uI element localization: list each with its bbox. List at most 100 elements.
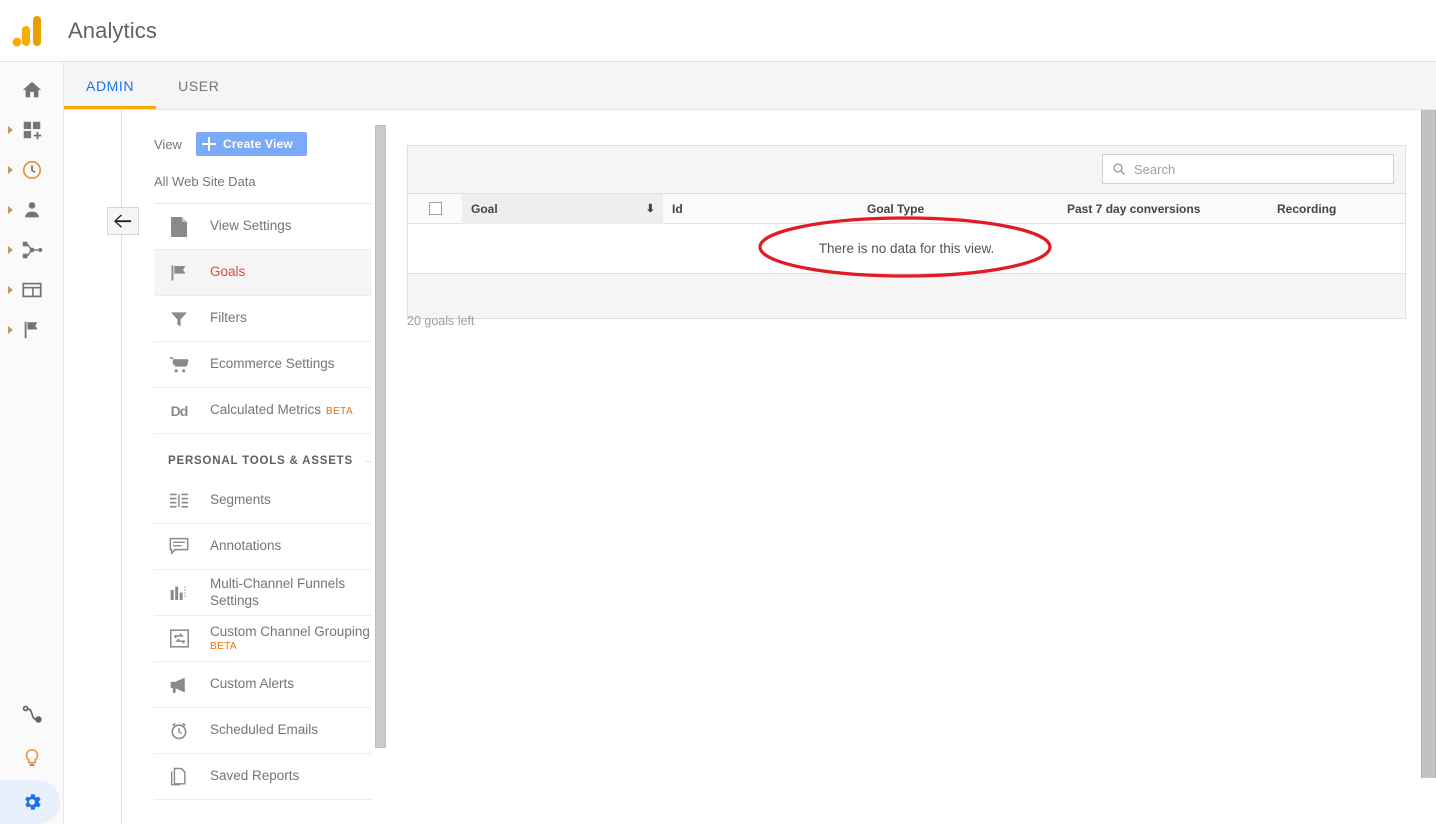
customization-grid-icon [21,119,43,141]
behavior-window-icon [21,279,43,301]
rail-item-home[interactable] [0,70,64,110]
main-scrollbar[interactable] [1421,110,1436,778]
tab-user[interactable]: USER [156,62,241,109]
search-icon [1112,162,1126,176]
lightbulb-icon [21,747,43,769]
megaphone-icon [168,674,190,696]
nav-label: Goals [210,264,245,280]
column-header-past-7-day-conversions[interactable]: Past 7 day conversions [1058,194,1268,224]
nav-item-annotations[interactable]: Annotations [154,524,372,570]
conversions-flag-icon [21,319,43,341]
shopping-cart-icon [168,354,190,376]
arrow-down-icon: ⬇ [646,202,655,215]
view-label: View [154,137,182,152]
column-label: Id [672,202,683,216]
rail-item-admin[interactable] [0,780,64,824]
rail-item-behavior[interactable] [0,270,64,310]
funnel-icon [168,308,190,330]
copy-pages-icon [168,766,190,788]
goals-table-card: Goal ⬇ Id Goal Type Past 7 day conversio… [407,145,1406,319]
rail-bottom-group [0,692,64,824]
chevron-right-icon [8,166,13,174]
table-header-row: Goal ⬇ Id Goal Type Past 7 day conversio… [408,194,1405,224]
create-view-label: Create View [223,137,293,151]
rail-item-customization[interactable] [0,110,64,150]
bar-chart-icon [168,582,190,604]
nav-label: View Settings [210,218,292,234]
rail-item-conversions[interactable] [0,310,64,350]
rail-item-audience[interactable] [0,190,64,230]
nav-item-view-settings[interactable]: View Settings [154,204,372,250]
nav-label: Custom Alerts [210,676,294,692]
column-label: Goal [471,202,498,216]
search-input[interactable] [1134,162,1374,177]
chevron-right-icon [8,286,13,294]
panel-scrollbar[interactable] [375,125,386,748]
column-label: Past 7 day conversions [1067,202,1200,216]
flag-icon [168,262,190,284]
select-all-checkbox[interactable] [429,202,442,215]
nav-label: Ecommerce Settings [210,356,335,372]
nav-label: Multi-Channel Funnels Settings [210,576,372,609]
nav-label: Calculated Metrics [210,402,321,417]
home-icon [21,79,43,101]
nav-item-scheduled-emails[interactable]: Scheduled Emails [154,708,372,754]
nav-item-calculated-metrics[interactable]: Dd Calculated Metrics BETA [154,388,372,434]
section-header-personal-tools: PERSONAL TOOLS & ASSETS [154,444,372,478]
document-icon [168,216,190,238]
tab-admin[interactable]: ADMIN [64,62,156,109]
column-header-id[interactable]: Id [663,194,858,224]
nav-item-saved-reports[interactable]: Saved Reports [154,754,372,800]
nav-label: Annotations [210,538,281,554]
goals-main-content: Goal ⬇ Id Goal Type Past 7 day conversio… [386,110,1436,824]
collapse-panel-button[interactable] [107,207,139,235]
discover-path-icon [21,703,43,725]
goals-left-label: 20 goals left [407,314,474,328]
rail-item-realtime[interactable] [0,150,64,190]
gear-icon [21,791,43,813]
audience-person-icon [21,199,43,221]
view-settings-panel: View Create View All Web Site Data View … [64,110,386,824]
nav-label: Saved Reports [210,768,299,784]
column-label: Recording [1277,202,1336,216]
nav-label: Segments [210,492,271,508]
table-toolbar [408,146,1405,194]
nav-label: Filters [210,310,247,326]
app-header: Analytics [0,0,1436,62]
column-label: Goal Type [867,202,924,216]
arrow-left-icon [114,214,132,228]
nav-item-filters[interactable]: Filters [154,296,372,342]
current-view-name: All Web Site Data [154,174,372,204]
section-rule [365,461,372,462]
table-footer [408,274,1405,318]
nav-item-multi-channel-funnels-settings[interactable]: Multi-Channel Funnels Settings [154,570,372,616]
column-header-goal-type[interactable]: Goal Type [858,194,1058,224]
nav-item-goals[interactable]: Goals [154,250,372,296]
chevron-right-icon [8,126,13,134]
beta-badge: BETA [326,406,353,417]
google-analytics-logo [10,14,46,48]
segments-icon [168,490,190,512]
alarm-clock-icon [168,720,190,742]
beta-badge: BETA [210,641,370,653]
column-header-goal[interactable]: Goal ⬇ [462,194,663,224]
empty-state-message: There is no data for this view. [408,224,1405,274]
chevron-right-icon [8,206,13,214]
rail-item-acquisition[interactable] [0,230,64,270]
chevron-right-icon [8,326,13,334]
rail-item-insights[interactable] [0,736,64,780]
acquisition-share-icon [21,239,43,261]
admin-tabs: ADMIN USER [64,62,1436,110]
nav-label: Scheduled Emails [210,722,318,738]
nav-item-segments[interactable]: Segments [154,478,372,524]
create-view-button[interactable]: Create View [196,132,307,156]
search-box[interactable] [1102,154,1394,184]
nav-item-custom-channel-grouping[interactable]: Custom Channel Grouping BETA [154,616,372,662]
nav-item-custom-alerts[interactable]: Custom Alerts [154,662,372,708]
column-header-recording[interactable]: Recording [1268,194,1405,224]
rail-item-discover[interactable] [0,692,64,736]
channel-grouping-icon [168,628,190,650]
section-title: PERSONAL TOOLS & ASSETS [168,455,353,467]
nav-item-ecommerce-settings[interactable]: Ecommerce Settings [154,342,372,388]
dd-icon: Dd [168,400,190,422]
